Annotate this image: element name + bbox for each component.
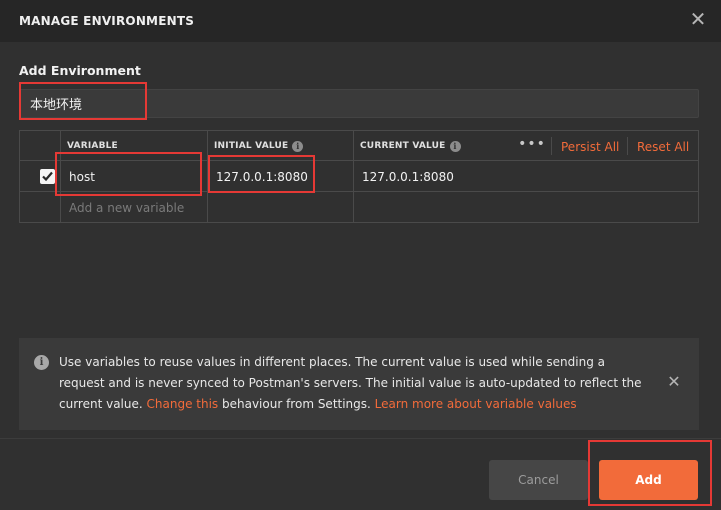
info-icon: i <box>34 355 49 370</box>
add-variable-input[interactable]: Add a new variable <box>69 201 184 215</box>
initial-value-cell[interactable]: 127.0.0.1:8080 <box>216 170 308 184</box>
current-value-cell[interactable]: 127.0.0.1:8080 <box>362 170 454 184</box>
checkmark-icon <box>42 171 53 182</box>
close-icon[interactable]: ✕ <box>689 9 707 29</box>
modal-header: MANAGE ENVIRONMENTS ✕ <box>0 0 721 42</box>
table-row: host 127.0.0.1:8080 127.0.0.1:8080 <box>20 161 698 192</box>
info-icon[interactable]: i <box>449 141 461 152</box>
info-icon[interactable]: i <box>292 141 304 152</box>
learn-more-link[interactable]: Learn more about variable values <box>375 397 577 411</box>
footer-divider <box>0 438 721 439</box>
add-button[interactable]: Add <box>599 460 698 500</box>
table-header-row: VARIABLE INITIAL VALUE i CURRENT VALUE i •… <box>20 131 698 161</box>
column-header-variable: VARIABLE <box>67 141 118 151</box>
enable-variable-checkbox[interactable] <box>40 169 55 184</box>
variables-notice: i Use variables to reuse values in diffe… <box>19 338 699 430</box>
cancel-button[interactable]: Cancel <box>489 460 588 500</box>
change-settings-link[interactable]: Change this <box>147 397 219 411</box>
new-variable-row: Add a new variable <box>20 192 698 222</box>
environment-name-input[interactable] <box>19 89 699 118</box>
column-header-initial-value: INITIAL VALUE i <box>214 141 304 152</box>
notice-text: Use variables to reuse values in differe… <box>59 355 642 411</box>
more-icon[interactable]: ••• <box>517 137 547 155</box>
modal-title: MANAGE ENVIRONMENTS <box>19 14 195 28</box>
persist-all-link[interactable]: Persist All <box>561 140 619 154</box>
variable-name-cell[interactable]: host <box>69 170 95 184</box>
dismiss-notice-icon[interactable]: ✕ <box>667 374 681 390</box>
variables-table: VARIABLE INITIAL VALUE i CURRENT VALUE i •… <box>19 130 699 223</box>
column-header-current-value: CURRENT VALUE i <box>360 141 461 152</box>
add-environment-label: Add Environment <box>19 63 141 78</box>
reset-all-link[interactable]: Reset All <box>637 140 689 154</box>
